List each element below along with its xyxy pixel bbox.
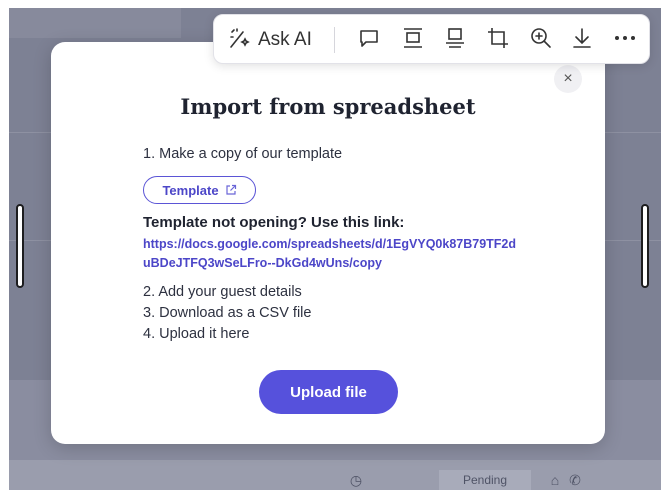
image-toolbar: Ask AI bbox=[213, 14, 650, 64]
step-2-text: 2. Add your guest details bbox=[143, 284, 302, 300]
crop-icon bbox=[486, 26, 510, 55]
template-link[interactable]: https://docs.google.com/spreadsheets/d/1… bbox=[143, 235, 523, 273]
download-button[interactable] bbox=[570, 26, 594, 55]
close-button[interactable]: × bbox=[554, 65, 582, 93]
align-top-button[interactable] bbox=[401, 26, 425, 55]
more-options-button[interactable] bbox=[613, 28, 637, 52]
ask-ai-button[interactable]: Ask AI bbox=[228, 26, 312, 55]
left-resize-handle[interactable] bbox=[16, 204, 24, 288]
home-icon: ⌂ bbox=[550, 472, 560, 488]
external-link-icon bbox=[225, 184, 237, 196]
crop-button[interactable] bbox=[486, 26, 510, 55]
toolbar-divider bbox=[334, 27, 335, 53]
zoom-in-button[interactable] bbox=[529, 26, 553, 55]
align-bottom-button[interactable] bbox=[443, 26, 467, 55]
ask-ai-label: Ask AI bbox=[258, 29, 312, 50]
zoom-in-icon bbox=[529, 26, 553, 55]
step-3-text: 3. Download as a CSV file bbox=[143, 305, 312, 321]
template-button[interactable]: Template bbox=[143, 176, 256, 204]
step-1-text: 1. Make a copy of our template bbox=[143, 146, 343, 162]
phone-icon: ✆ bbox=[569, 472, 581, 488]
ai-magic-icon bbox=[228, 26, 252, 55]
download-icon bbox=[570, 26, 594, 55]
clock-icon: ◷ bbox=[349, 472, 363, 488]
more-icon bbox=[613, 26, 637, 55]
comment-icon bbox=[357, 26, 381, 55]
background-header-block bbox=[9, 8, 181, 38]
upload-file-button[interactable]: Upload file bbox=[259, 370, 398, 414]
background-table-row bbox=[9, 460, 661, 490]
right-resize-handle[interactable] bbox=[641, 204, 649, 288]
template-button-label: Template bbox=[162, 182, 219, 198]
comment-button[interactable] bbox=[357, 28, 381, 52]
align-bottom-icon bbox=[443, 26, 467, 55]
modal-title: Import from spreadsheet bbox=[180, 94, 476, 119]
status-badge: Pending bbox=[439, 470, 531, 490]
fallback-heading: Template not opening? Use this link: bbox=[143, 214, 405, 231]
close-icon: × bbox=[563, 70, 573, 87]
step-4-text: 4. Upload it here bbox=[143, 326, 250, 342]
align-top-icon bbox=[401, 26, 425, 55]
import-modal: × Import from spreadsheet 1. Make a copy… bbox=[51, 42, 605, 444]
